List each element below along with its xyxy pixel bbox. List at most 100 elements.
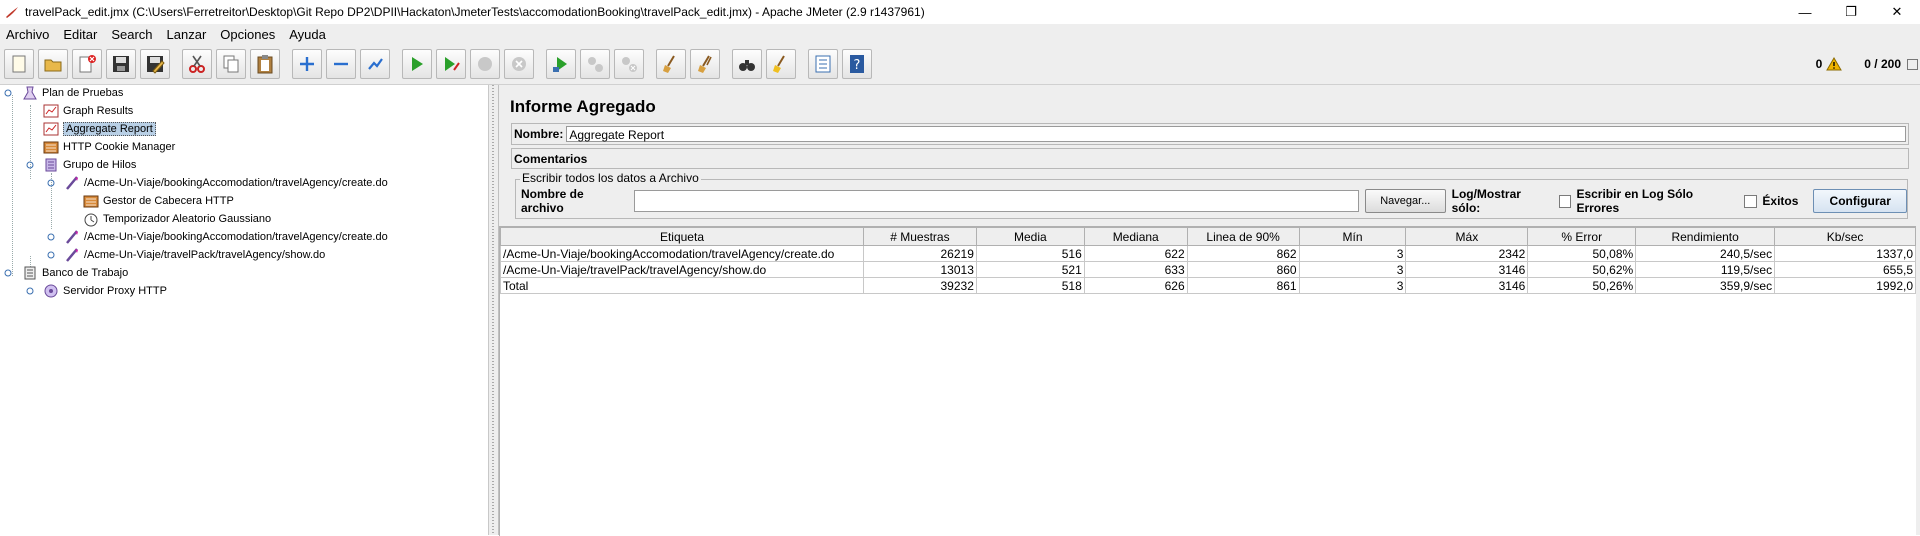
table-cell: 3 — [1298, 277, 1407, 294]
menu-ayuda[interactable]: Ayuda — [283, 27, 334, 42]
tree-node-graph-results[interactable]: Graph Results — [43, 103, 133, 119]
column-header[interactable]: Etiqueta — [500, 227, 864, 246]
copy-button[interactable] — [216, 49, 246, 79]
tree-node-label: /Acme-Un-Viaje/travelPack/travelAgency/s… — [84, 249, 326, 261]
tree-handle-icon[interactable] — [47, 251, 55, 259]
menu-editar[interactable]: Editar — [57, 27, 105, 42]
column-header[interactable]: # Muestras — [862, 227, 977, 246]
column-header[interactable]: Linea de 90% — [1186, 227, 1300, 246]
remote-start-button[interactable] — [546, 49, 576, 79]
remote-shutdown-button[interactable] — [614, 49, 644, 79]
new-button[interactable] — [4, 49, 34, 79]
column-header[interactable]: Mín — [1298, 227, 1407, 246]
thread-group-icon — [45, 158, 57, 172]
search-button[interactable] — [732, 49, 762, 79]
tree-node-label: Servidor Proxy HTTP — [63, 285, 167, 297]
column-header[interactable]: Máx — [1405, 227, 1529, 246]
remote-stop-button[interactable] — [580, 49, 610, 79]
menu-lanzar[interactable]: Lanzar — [161, 27, 215, 42]
start-no-pause-button[interactable] — [436, 49, 466, 79]
column-header[interactable]: Media — [975, 227, 1085, 246]
menu-opciones[interactable]: Opciones — [214, 27, 283, 42]
active-threads: 0 / 200 — [1864, 57, 1901, 71]
test-plan-tree[interactable]: Plan de Pruebas Graph Results Aggregate … — [0, 85, 489, 535]
table-row[interactable]: /Acme-Un-Viaje/bookingAccomodation/trave… — [500, 245, 1916, 262]
write-to-file-group: Escribir todos los datos a Archivo Nombr… — [515, 171, 1908, 219]
comments-row[interactable]: Comentarios — [511, 148, 1909, 169]
aggregate-table-area[interactable]: Etiqueta # Muestras Media Mediana Linea … — [499, 226, 1916, 536]
successes-checkbox[interactable] — [1744, 194, 1758, 208]
tree-handle-icon[interactable] — [26, 287, 34, 295]
filename-input[interactable] — [634, 190, 1359, 212]
name-input[interactable]: Aggregate Report — [566, 126, 1906, 142]
table-cell: 13013 — [862, 261, 977, 278]
column-header[interactable]: % Error — [1527, 227, 1637, 246]
function-helper-button[interactable] — [808, 49, 838, 79]
remote-start-icon — [553, 57, 567, 72]
tree-handle-icon[interactable] — [26, 161, 34, 169]
help-button[interactable]: ? — [842, 49, 872, 79]
tree-node-label: Grupo de Hilos — [63, 159, 137, 171]
clear-button[interactable] — [656, 49, 686, 79]
filename-label: Nombre de archivo — [521, 187, 584, 215]
warning-icon[interactable] — [1826, 57, 1843, 71]
tree-node-sampler-create[interactable]: /Acme-Un-Viaje/bookingAccomodation/trave… — [47, 175, 388, 191]
tree-node-workbench[interactable]: Banco de Trabajo — [4, 265, 128, 281]
tree-node-thread-group[interactable]: Grupo de Hilos — [26, 157, 136, 173]
tree-handle-icon[interactable] — [4, 89, 12, 97]
cut-icon — [189, 55, 205, 73]
clear-all-button[interactable] — [690, 49, 720, 79]
errors-only-checkbox[interactable] — [1558, 194, 1572, 208]
tree-node-sampler-create-2[interactable]: /Acme-Un-Viaje/bookingAccomodation/trave… — [47, 229, 388, 245]
paste-button[interactable] — [250, 49, 280, 79]
stop-button[interactable] — [470, 49, 500, 79]
tree-node-header-manager[interactable]: Gestor de Cabecera HTTP — [83, 193, 234, 209]
table-cell: 516 — [975, 245, 1085, 262]
remote-stop-icon — [588, 57, 603, 72]
open-button[interactable] — [38, 49, 68, 79]
table-row[interactable]: /Acme-Un-Viaje/travelPack/travelAgency/s… — [500, 261, 1916, 278]
close-window-button[interactable]: ✕ — [1874, 0, 1920, 24]
cookie-manager-icon — [43, 141, 59, 154]
close-plan-button[interactable] — [72, 49, 102, 79]
tree-handle-icon[interactable] — [4, 269, 12, 277]
tree-node-aggregate-report[interactable]: Aggregate Report — [43, 121, 156, 137]
column-header[interactable]: Kb/sec — [1774, 227, 1916, 246]
restore-button[interactable]: ❐ — [1828, 0, 1874, 24]
graph-icon — [43, 104, 59, 118]
collapse-button[interactable] — [326, 49, 356, 79]
table-cell: 39232 — [862, 277, 977, 294]
menu-archivo[interactable]: Archivo — [0, 27, 57, 42]
tree-node-sampler-show[interactable]: /Acme-Un-Viaje/travelPack/travelAgency/s… — [47, 247, 325, 263]
column-header[interactable]: Mediana — [1083, 227, 1188, 246]
tree-handle-icon[interactable] — [47, 179, 55, 187]
tree-node-proxy-server[interactable]: Servidor Proxy HTTP — [26, 283, 167, 299]
test-plan-icon — [23, 86, 37, 100]
errors-only-label: Escribir en Log Sólo Errores — [1576, 187, 1694, 215]
play-icon — [412, 57, 423, 71]
minimize-button[interactable]: — — [1782, 0, 1828, 24]
toggle-button[interactable] — [360, 49, 390, 79]
shutdown-button[interactable] — [504, 49, 534, 79]
reset-search-button[interactable] — [766, 49, 796, 79]
save-as-button[interactable] — [140, 49, 170, 79]
table-cell: 2342 — [1405, 245, 1529, 262]
tree-node-cookie-manager[interactable]: HTTP Cookie Manager — [43, 139, 175, 155]
tree-node-label: Aggregate Report — [63, 122, 156, 136]
pane-splitter[interactable] — [489, 85, 499, 535]
column-header[interactable]: Rendimiento — [1635, 227, 1776, 246]
tree-handle-icon[interactable] — [47, 233, 55, 241]
tree-node-gaussian-timer[interactable]: Temporizador Aleatorio Gaussiano — [83, 211, 271, 227]
browse-button[interactable]: Navegar... — [1364, 189, 1446, 213]
table-cell: 50,62% — [1527, 261, 1637, 278]
table-row-total[interactable]: Total 39232 518 626 861 3 3146 50,26% 35… — [500, 277, 1916, 294]
menu-search[interactable]: Search — [105, 27, 160, 42]
start-button[interactable] — [402, 49, 432, 79]
tree-node-label: Temporizador Aleatorio Gaussiano — [103, 213, 272, 225]
broom-icon — [663, 55, 675, 73]
save-button[interactable] — [106, 49, 136, 79]
configure-button[interactable]: Configurar — [1813, 189, 1907, 213]
cut-button[interactable] — [182, 49, 212, 79]
expand-button[interactable] — [292, 49, 322, 79]
tree-node-test-plan[interactable]: Plan de Pruebas — [4, 85, 123, 101]
